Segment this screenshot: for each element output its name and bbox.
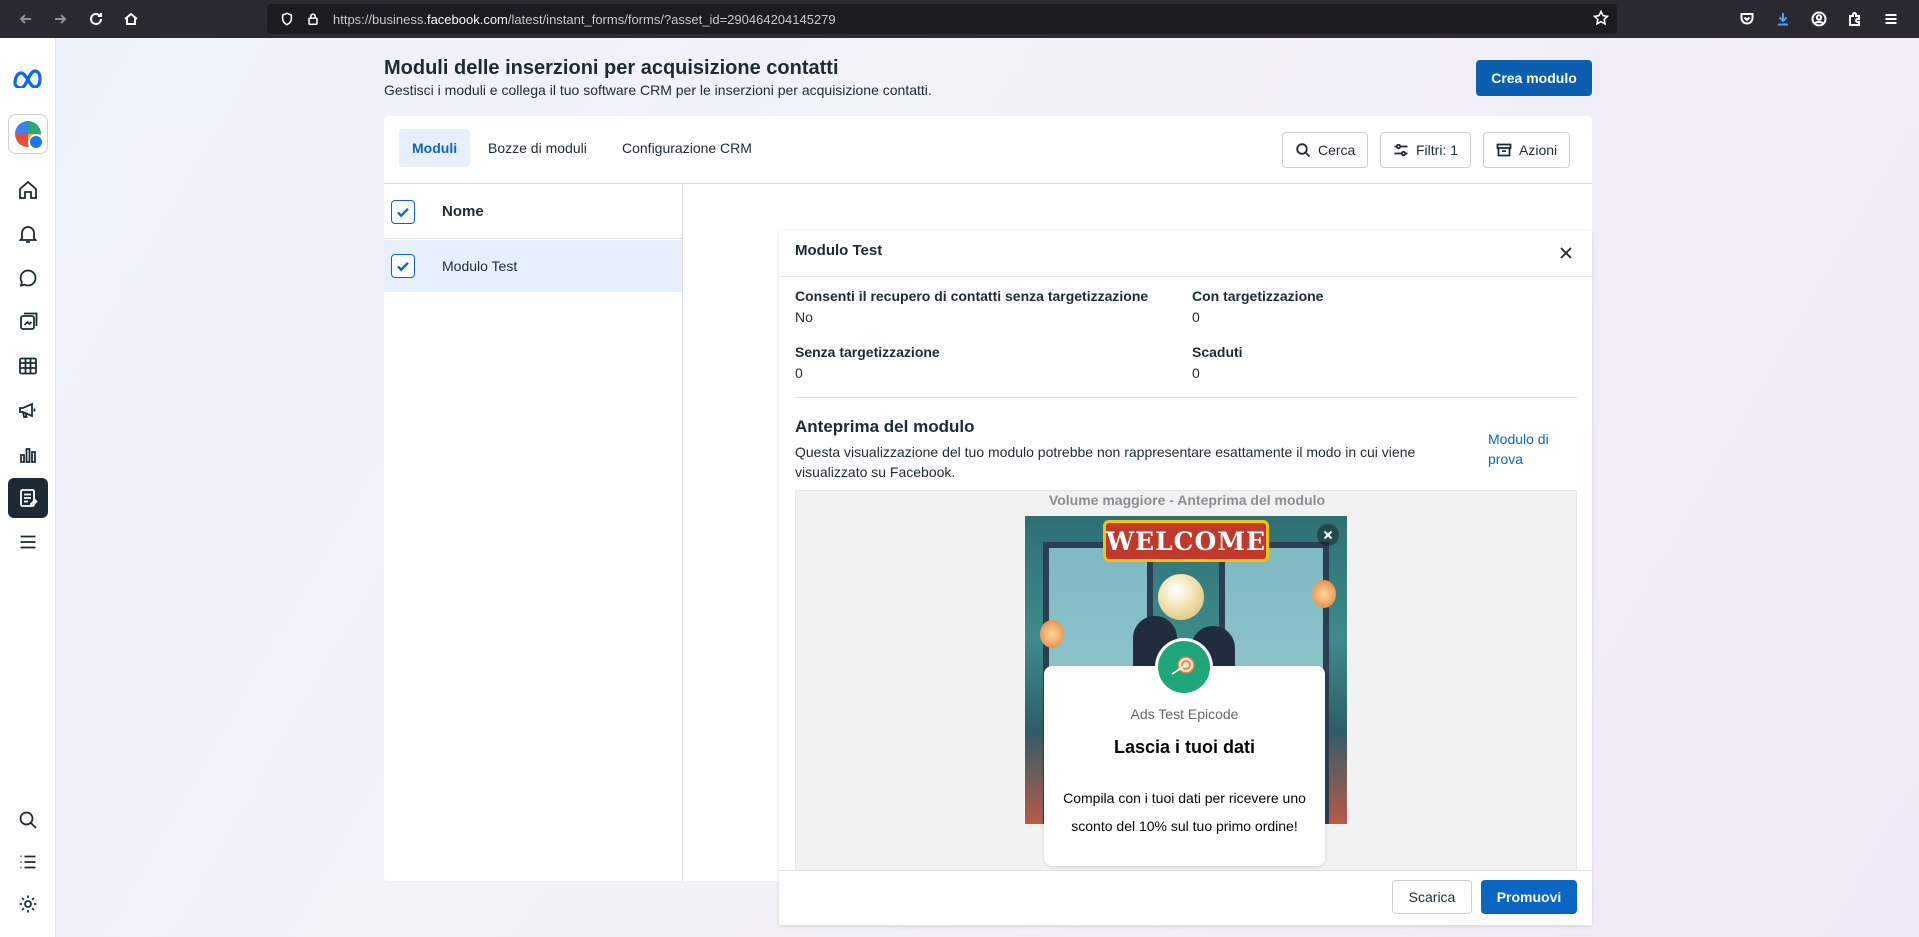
- field-organic-leads: Consenti il recupero di contatti senza t…: [795, 288, 1148, 325]
- back-icon[interactable]: [8, 0, 44, 38]
- forward-icon[interactable]: [42, 0, 78, 38]
- home-icon[interactable]: [113, 0, 149, 38]
- close-icon[interactable]: [1317, 524, 1339, 546]
- account-avatar[interactable]: [8, 114, 48, 154]
- promote-button[interactable]: Promuovi: [1481, 880, 1577, 914]
- detail-footer: Scarica Promuovi: [779, 870, 1592, 925]
- field-expired: Scaduti 0: [1192, 344, 1243, 381]
- extensions-icon[interactable]: [1837, 0, 1873, 38]
- actions-label: Azioni: [1519, 142, 1558, 158]
- meta-logo-icon[interactable]: [8, 58, 48, 98]
- search-icon: [1296, 143, 1311, 158]
- insights-icon[interactable]: [8, 434, 48, 474]
- list-icon[interactable]: [8, 842, 48, 882]
- lead-form-text: Compila con i tuoi dati per ricevere uno…: [1063, 790, 1306, 834]
- help-icon[interactable]: [8, 928, 48, 937]
- tabs-row: Moduli Bozze di moduli Configurazione CR…: [384, 116, 1592, 184]
- field-value: 0: [795, 365, 803, 381]
- forms-list: Nome Modulo Test: [384, 185, 683, 881]
- field-label: Con targetizzazione: [1192, 288, 1324, 304]
- pocket-icon[interactable]: [1729, 0, 1765, 38]
- preview-title: Anteprima del modulo: [795, 417, 975, 436]
- tab-forms[interactable]: Moduli: [399, 129, 471, 167]
- lead-form-title: Lascia i tuoi dati: [1113, 737, 1256, 757]
- tab-crm-setup[interactable]: Configurazione CRM: [609, 129, 765, 167]
- field-value: No: [795, 309, 813, 325]
- field-label: Consenti il recupero di contatti senza t…: [795, 288, 1149, 304]
- lantern-left: [1040, 620, 1064, 648]
- search-icon[interactable]: [8, 800, 48, 840]
- column-title-name[interactable]: Nome: [442, 203, 484, 220]
- archive-icon: [1496, 143, 1512, 157]
- field-label: Senza targetizzazione: [795, 344, 940, 360]
- brand-name: Ads Test Epicode: [1130, 706, 1239, 722]
- field-value: 0: [1192, 309, 1200, 325]
- search-button[interactable]: Cerca: [1282, 132, 1369, 168]
- tracking-shield-icon[interactable]: [275, 7, 299, 31]
- lock-icon[interactable]: [301, 7, 325, 31]
- checkmark-icon: [397, 261, 409, 272]
- brand-avatar: [1155, 638, 1213, 696]
- bookmark-star-icon[interactable]: [1592, 9, 1610, 31]
- settings-icon[interactable]: [8, 884, 48, 924]
- lead-form-card: Ads Test Epicode Lascia i tuoi dati Comp…: [1044, 638, 1325, 866]
- filters-button[interactable]: Filtri: 1: [1380, 132, 1471, 168]
- detail-title: Modulo Test: [795, 242, 883, 259]
- form-name[interactable]: Modulo Test: [442, 258, 517, 274]
- lead-forms-icon[interactable]: [8, 478, 48, 518]
- tab-form-drafts[interactable]: Bozze di moduli: [475, 129, 600, 167]
- content-icon[interactable]: [8, 302, 48, 342]
- list-header: Nome: [384, 185, 682, 239]
- divider: [795, 397, 1577, 398]
- preview-caption: Volume maggiore - Anteprima del modulo: [1048, 492, 1326, 508]
- field-targeted: Con targetizzazione 0: [1192, 288, 1323, 325]
- downloads-icon[interactable]: [1765, 0, 1801, 38]
- preview-description: Questa visualizzazione del tuo modulo po…: [795, 444, 1416, 480]
- home-icon[interactable]: [8, 170, 48, 210]
- disco-ball: [1158, 574, 1204, 620]
- checkmark-icon: [397, 207, 409, 218]
- avatar: [15, 121, 44, 150]
- ads-icon[interactable]: [8, 390, 48, 430]
- table-row[interactable]: Modulo Test: [384, 240, 682, 292]
- messages-icon[interactable]: [8, 258, 48, 298]
- create-form-button[interactable]: Crea modulo: [1476, 60, 1592, 96]
- select-all-checkbox[interactable]: [391, 200, 415, 224]
- menu-icon[interactable]: [1873, 0, 1909, 38]
- close-icon[interactable]: [1554, 241, 1578, 265]
- test-form-link[interactable]: Modulo di prova: [1488, 429, 1578, 469]
- url-text[interactable]: https://business.facebook.com/latest/ins…: [333, 12, 836, 27]
- form-detail-panel: Modulo Test Consenti il recupero di cont…: [779, 231, 1592, 925]
- download-button[interactable]: Scarica: [1392, 880, 1472, 914]
- left-nav-rail: [0, 38, 56, 937]
- field-label: Scaduti: [1192, 344, 1243, 360]
- row-checkbox[interactable]: [391, 254, 415, 278]
- actions-button[interactable]: Azioni: [1483, 132, 1571, 168]
- planner-icon[interactable]: [8, 346, 48, 386]
- search-label: Cerca: [1318, 142, 1356, 158]
- page-title: Moduli delle inserzioni per acquisizione…: [384, 57, 839, 79]
- all-tools-icon[interactable]: [8, 522, 48, 562]
- welcome-banner: WELCOME: [1103, 520, 1269, 562]
- filters-label: Filtri: 1: [1416, 142, 1458, 158]
- form-preview: Volume maggiore - Anteprima del modulo W…: [795, 490, 1577, 870]
- lantern-right: [1312, 580, 1336, 608]
- field-untargeted: Senza targetizzazione 0: [795, 344, 940, 381]
- detail-header: Modulo Test: [779, 231, 1592, 277]
- browser-extensions: [1729, 0, 1909, 38]
- field-value: 0: [1192, 365, 1200, 381]
- page-subtitle: Gestisci i moduli e collega il tuo softw…: [384, 82, 932, 98]
- notifications-icon[interactable]: [8, 214, 48, 254]
- filter-sliders-icon: [1394, 143, 1408, 157]
- reload-icon[interactable]: [78, 0, 114, 38]
- address-bar[interactable]: https://business.facebook.com/latest/ins…: [267, 4, 1617, 34]
- target-icon: [1158, 641, 1210, 693]
- browser-toolbar: https://business.facebook.com/latest/ins…: [0, 0, 1919, 38]
- account-icon[interactable]: [1801, 0, 1837, 38]
